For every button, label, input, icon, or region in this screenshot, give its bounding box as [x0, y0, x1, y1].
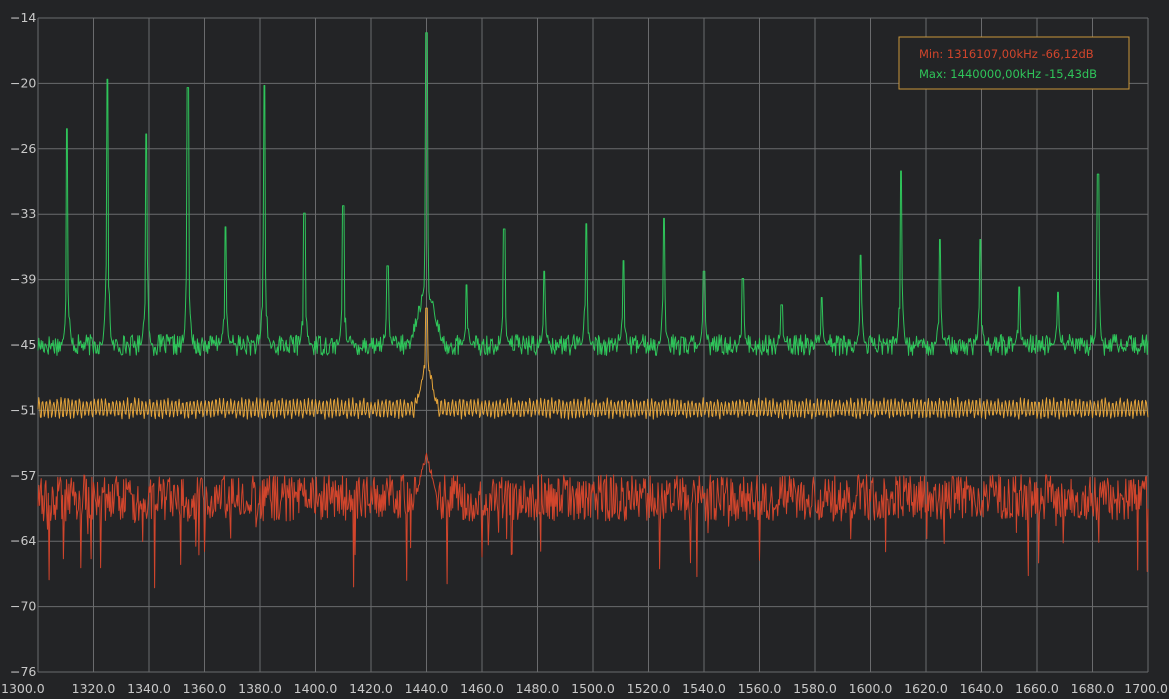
x-tick-label: 1460.0: [460, 681, 504, 696]
x-tick-label: 1580.0: [793, 681, 837, 696]
x-tick-label: 1340.0: [127, 681, 171, 696]
x-tick-label: 1500.0: [571, 681, 615, 696]
y-tick-label: −45: [10, 337, 36, 352]
y-tick-label: −64: [10, 533, 36, 548]
legend-box: [898, 36, 1130, 90]
x-tick-label: 1540.0: [682, 681, 726, 696]
x-tick-label: 1640.0: [960, 681, 1004, 696]
x-tick-label: 1560.0: [738, 681, 782, 696]
x-tick-label: 1480.0: [516, 681, 560, 696]
y-tick-label: −57: [10, 468, 36, 483]
x-tick-label: 1320.0: [72, 681, 116, 696]
y-tick-label: −26: [10, 141, 36, 156]
spectrum-chart: −14 −20 −26 −33 −39 −45 −51 −57 −64 −70 −76 1300.0…: [0, 0, 1169, 699]
x-tick-label: 1440.0: [405, 681, 449, 696]
y-tick-label: −76: [10, 664, 36, 679]
x-tick-label: 1400.0: [294, 681, 338, 696]
legend: Min: 1316107,00kHz -66,12dB Max: 1440000…: [898, 36, 1130, 90]
y-tick-label: −33: [10, 206, 36, 221]
x-tick-label: 1360.0: [183, 681, 227, 696]
x-tick-label: 1600.0: [849, 681, 893, 696]
x-tick-label: 1520.0: [627, 681, 671, 696]
x-tick-label: 1660.0: [1015, 681, 1059, 696]
legend-max-text: Max: 1440000,00kHz -15,43dB: [919, 67, 1097, 81]
x-tick-label: 1700.0: [1124, 681, 1168, 696]
y-tick-label: −39: [10, 272, 36, 287]
y-tick-label: −70: [10, 599, 36, 614]
y-tick-label: −20: [10, 75, 36, 90]
legend-min-text: Min: 1316107,00kHz -66,12dB: [919, 47, 1094, 61]
x-tick-label: 1620.0: [904, 681, 948, 696]
y-tick-label: −51: [10, 402, 36, 417]
x-tick-label: 1680.0: [1071, 681, 1115, 696]
y-tick-label: −14: [10, 10, 36, 25]
x-tick-label: 1380.0: [238, 681, 282, 696]
x-tick-label: 1420.0: [349, 681, 393, 696]
x-tick-label: 1300.0: [1, 681, 45, 696]
